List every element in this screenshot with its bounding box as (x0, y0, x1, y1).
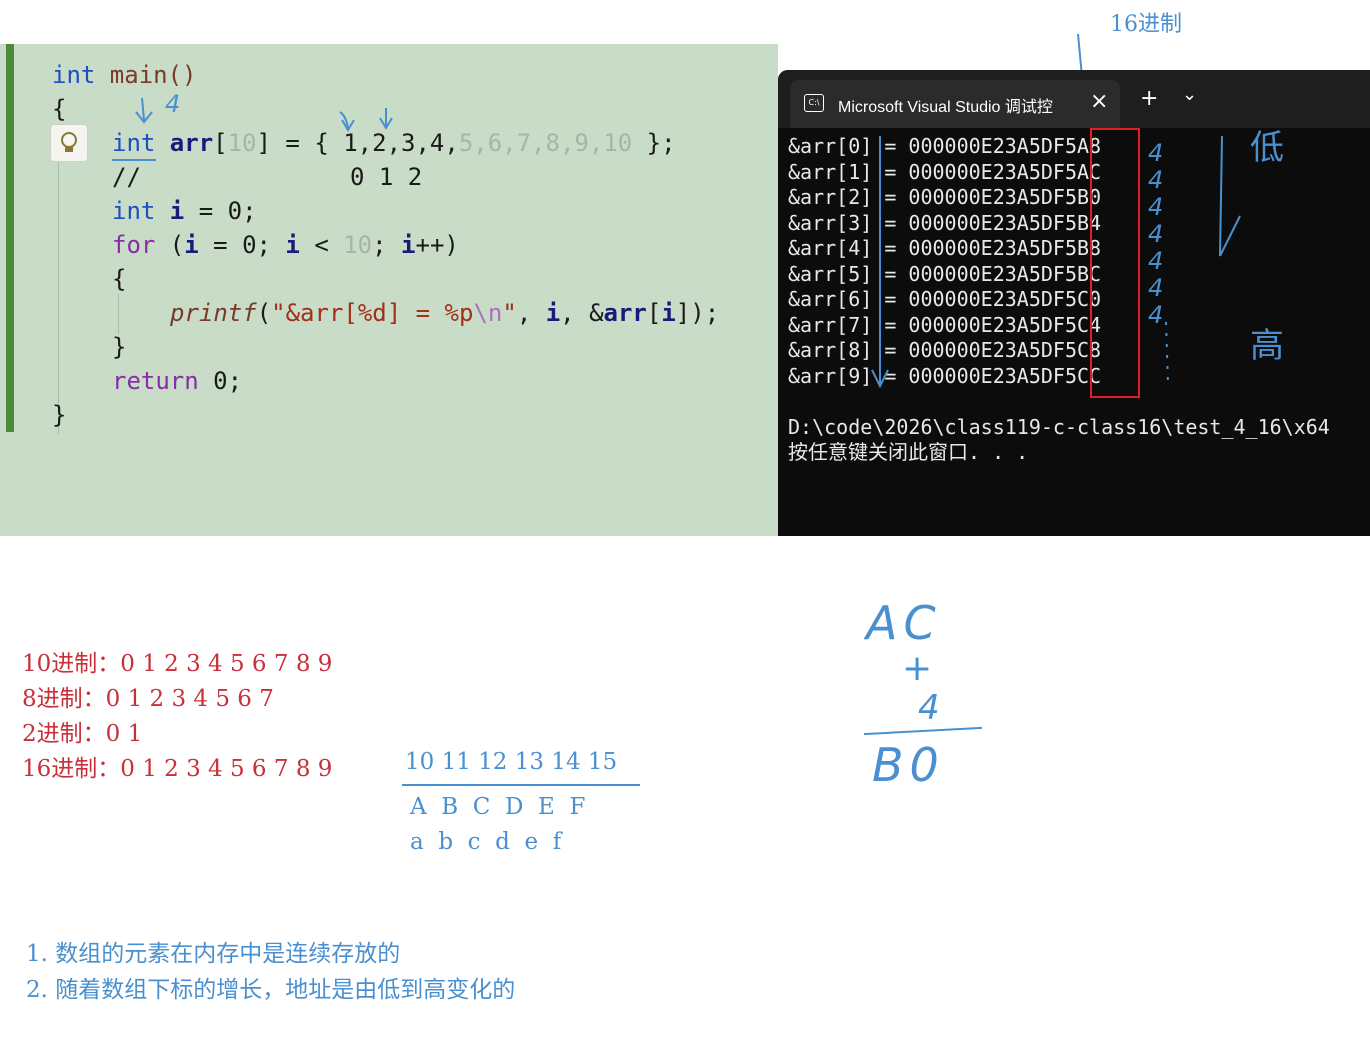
code-line-1: int main() (52, 61, 197, 89)
code-line-9: } (112, 333, 127, 361)
index-arrow-annotation (871, 136, 889, 389)
code-line-10: return 0; (112, 367, 243, 395)
annotation-high: 高 (1250, 326, 1284, 366)
code-line-5: int i = 0; (112, 197, 257, 225)
code-line-4: // (112, 163, 141, 191)
code-line-7: { (112, 265, 127, 293)
code-line-8: printf("&arr[%d] = %p\n", i, &arr[i]); (170, 299, 720, 327)
code-line-6: for (i = 0; i < 10; i++) (112, 231, 459, 259)
change-gutter-bar (6, 44, 14, 432)
terminal-window[interactable]: C:\ Microsoft Visual Studio 调试控 × + ⌄ &a… (778, 70, 1370, 536)
calc-four: 4 (918, 688, 940, 728)
terminal-tab-title: Microsoft Visual Studio 调试控 (838, 99, 1053, 116)
hex-lower-letters: a b c d e f (410, 829, 562, 855)
console-icon: C:\ (804, 94, 824, 112)
hex-header-note: 16进制 (1110, 12, 1182, 37)
binary-digits: 2进制：0 1 (22, 721, 143, 747)
close-icon[interactable]: × (1090, 89, 1108, 114)
code-line-11: } (52, 401, 67, 429)
annotation-low: 低 (1250, 128, 1284, 168)
decimal-digits: 10进制：0 1 2 3 4 5 6 7 8 9 (22, 651, 333, 677)
index-annotation: 0 1 2 (350, 163, 423, 191)
calc-result: B0 (872, 738, 945, 792)
path-line: D:\code\2026\class119-c-class16\test_4_1… (788, 414, 1330, 439)
calc-line (864, 726, 982, 736)
conclusion-2: 2. 随着数组下标的增长，地址是由低到高变化的 (26, 977, 516, 1003)
hex-upper-letters: A B C D E F (410, 794, 586, 820)
handwritten-four: 4 (165, 90, 181, 118)
terminal-tab[interactable]: C:\ Microsoft Visual Studio 调试控 × (790, 80, 1120, 128)
hex-digits: 16进制：0 1 2 3 4 5 6 7 8 9 (22, 756, 333, 782)
lightbulb-icon[interactable] (50, 124, 88, 162)
code-editor[interactable]: int main() { int arr[10] = { 1,2,3,4,5,6… (0, 44, 778, 536)
hex-divider (402, 784, 640, 786)
calc-top: AC (866, 596, 942, 650)
dotted-annotation (1165, 321, 1169, 385)
code-line-2: { (52, 95, 67, 123)
chevron-down-icon[interactable]: ⌄ (1182, 84, 1197, 105)
new-tab-icon[interactable]: + (1140, 86, 1158, 111)
calc-plus: + (902, 648, 933, 689)
prompt-line: 按任意键关闭此窗口. . . (788, 440, 1029, 464)
highlight-box (1090, 128, 1140, 398)
handwritten-fours: 4444444 (1148, 139, 1164, 329)
hex-extended-values: 10 11 12 13 14 15 (405, 749, 618, 775)
conclusion-1: 1. 数组的元素在内存中是连续存放的 (26, 941, 401, 967)
octal-digits: 8进制：0 1 2 3 4 5 6 7 (22, 686, 274, 712)
low-to-high-arrow (1219, 135, 1241, 257)
